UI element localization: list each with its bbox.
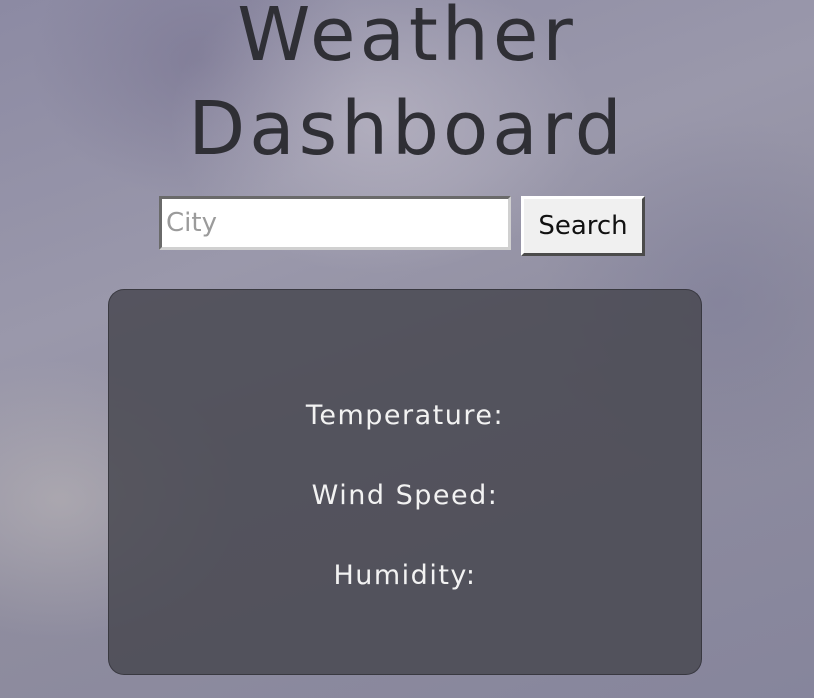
wind-speed-label: Wind Speed:: [311, 480, 499, 511]
city-search-input[interactable]: [159, 196, 511, 250]
humidity-label: Humidity:: [333, 560, 477, 591]
search-bar: Search: [159, 196, 645, 256]
page-title: Weather Dashboard: [0, 0, 814, 176]
temperature-label: Temperature:: [305, 400, 505, 431]
page-title-line-1: Weather: [237, 0, 577, 78]
weather-card: Temperature: Wind Speed: Humidity:: [108, 289, 702, 675]
page-title-line-2: Dashboard: [188, 86, 626, 172]
search-button[interactable]: Search: [521, 196, 645, 256]
